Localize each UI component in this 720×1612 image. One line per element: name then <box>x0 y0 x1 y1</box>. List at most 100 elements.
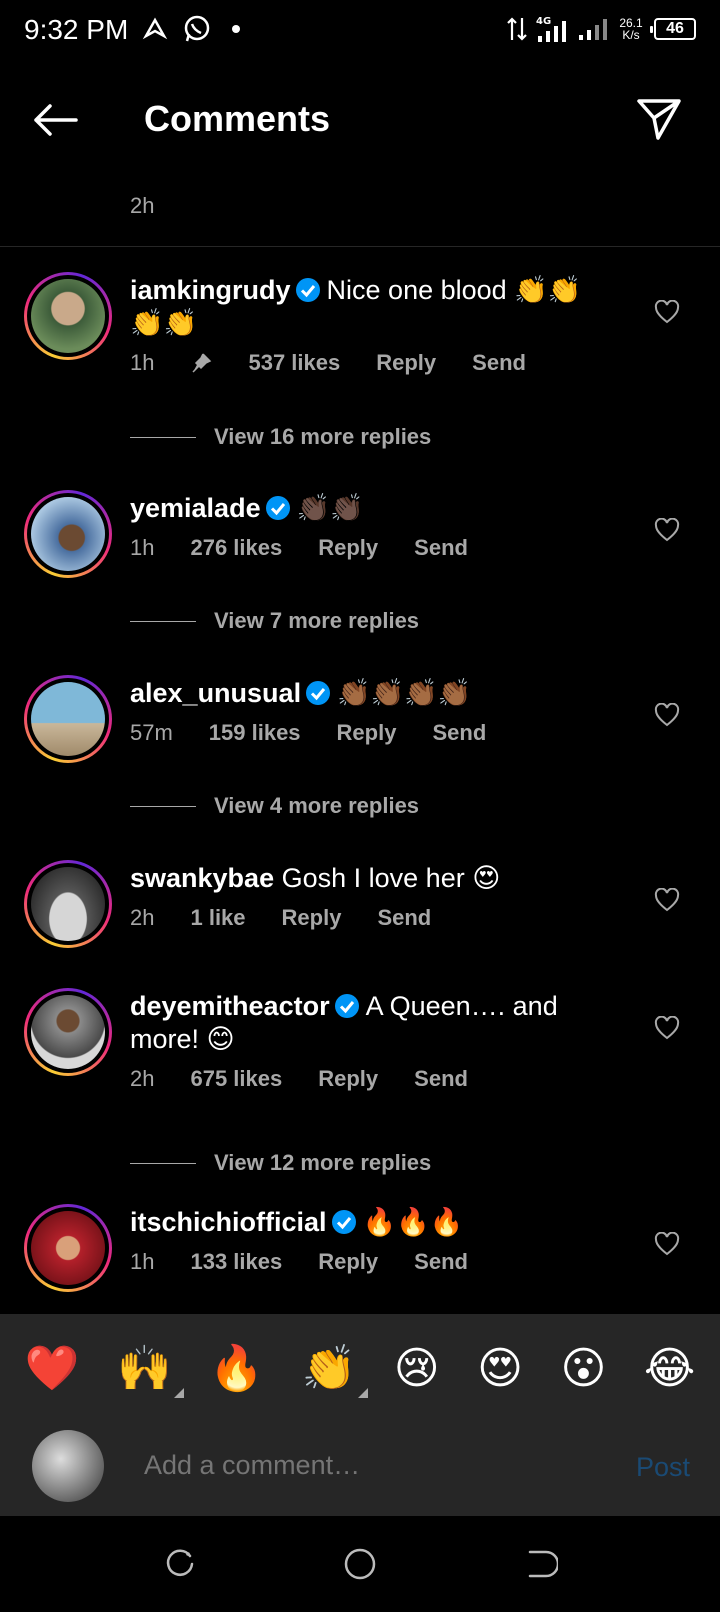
avatar[interactable] <box>24 860 112 948</box>
previous-comment-time: 2h <box>130 193 155 218</box>
verified-badge-icon <box>295 278 320 302</box>
avatar[interactable] <box>24 675 112 763</box>
send-button[interactable]: Send <box>472 350 526 376</box>
comment-time: 1h <box>130 535 155 560</box>
comment-body: 👏🏿👏🏿 <box>296 493 364 523</box>
view-replies-button[interactable]: View 7 more replies <box>130 608 419 634</box>
emoji-heart[interactable]: ❤️ <box>25 1342 80 1394</box>
comment-username[interactable]: alex_unusual <box>130 678 301 708</box>
emoji-crying[interactable]: 😢 <box>394 1343 440 1394</box>
emoji-heart-eyes[interactable]: 😍 <box>477 1343 523 1394</box>
heart-icon[interactable] <box>654 518 680 542</box>
like-count[interactable]: 159 likes <box>209 720 301 746</box>
post-button[interactable]: Post <box>636 1452 690 1483</box>
view-replies-button[interactable]: View 12 more replies <box>130 1150 431 1176</box>
recent-apps-icon[interactable] <box>162 1546 198 1582</box>
view-replies-button[interactable]: View 4 more replies <box>130 793 419 819</box>
avatar[interactable] <box>24 272 112 360</box>
comment-meta: 57m 159 likes Reply Send <box>130 720 600 746</box>
add-comment-input[interactable] <box>144 1450 584 1481</box>
comment-text: itschichiofficial 🔥🔥🔥 <box>130 1206 600 1239</box>
battery-icon: 46 <box>650 18 696 40</box>
emoji-clapping[interactable]: 👏 <box>302 1342 369 1398</box>
comment-body: 🔥🔥🔥 <box>362 1207 464 1237</box>
verified-badge-icon <box>331 1210 356 1234</box>
like-count[interactable]: 276 likes <box>190 535 282 561</box>
reply-button[interactable]: Reply <box>376 350 436 376</box>
comment-username[interactable]: iamkingrudy <box>130 275 291 305</box>
send-button[interactable]: Send <box>414 1249 468 1275</box>
replies-line <box>130 436 196 438</box>
emoji-fire[interactable]: 🔥 <box>209 1342 264 1394</box>
comment-meta: 2h 1 like Reply Send <box>130 905 600 931</box>
replies-line <box>130 620 196 622</box>
comment-text: deyemitheactor A Queen…. and more! 😊 <box>130 990 600 1056</box>
page-title: Comments <box>144 98 331 139</box>
whatsapp-icon <box>184 15 210 42</box>
divider <box>0 246 720 247</box>
heart-icon[interactable] <box>654 300 680 324</box>
share-direct-icon[interactable] <box>636 96 682 142</box>
emoji-quick-bar: ❤️ 🙌 🔥 👏 😢 😍 😮 😂 <box>0 1314 720 1422</box>
comment-text: alex_unusual 👏🏾👏🏾👏🏾👏🏾 <box>130 677 600 710</box>
battery-level: 46 <box>666 20 684 37</box>
send-button[interactable]: Send <box>432 720 486 746</box>
heart-icon[interactable] <box>654 1016 680 1040</box>
heart-icon[interactable] <box>654 888 680 912</box>
reply-button[interactable]: Reply <box>318 1249 378 1275</box>
reply-button[interactable]: Reply <box>318 1066 378 1092</box>
avatar[interactable] <box>24 1204 112 1292</box>
reply-button[interactable]: Reply <box>318 535 378 561</box>
avatar[interactable] <box>24 490 112 578</box>
verified-badge-icon <box>265 496 290 520</box>
view-replies-label[interactable]: View 12 more replies <box>214 1150 431 1176</box>
comment-time: 1h <box>130 1249 155 1274</box>
view-replies-label[interactable]: View 4 more replies <box>214 793 419 819</box>
view-replies-button[interactable]: View 16 more replies <box>130 424 431 450</box>
comment-username[interactable]: yemialade <box>130 493 261 523</box>
back-arrow-icon[interactable] <box>30 100 80 140</box>
comment-meta: 2h 675 likes Reply Send <box>130 1066 600 1092</box>
like-count[interactable]: 537 likes <box>248 350 340 376</box>
reply-button[interactable]: Reply <box>282 905 342 931</box>
comment-time: 2h <box>130 1066 155 1091</box>
svg-text:4G: 4G <box>536 16 551 27</box>
avatar[interactable] <box>24 988 112 1076</box>
like-count[interactable]: 1 like <box>190 905 245 931</box>
reply-button[interactable]: Reply <box>337 720 397 746</box>
more-notifications-dot <box>232 25 240 33</box>
comment-time: 2h <box>130 905 155 930</box>
heart-icon[interactable] <box>654 1232 680 1256</box>
like-count[interactable]: 133 likes <box>190 1249 282 1275</box>
back-nav-icon[interactable] <box>522 1546 558 1582</box>
status-right-icons: 4G 26.1 K/s 46 <box>506 14 696 44</box>
status-bar: 9:32 PM 4G 26.1 K/s 46 <box>0 0 720 66</box>
emoji-raising-hands[interactable]: 🙌 <box>117 1342 184 1398</box>
status-left-icons <box>142 14 240 44</box>
emoji-surprised[interactable]: 😮 <box>560 1343 606 1394</box>
verified-badge-icon <box>334 994 359 1018</box>
send-button[interactable]: Send <box>414 535 468 561</box>
comment-time: 57m <box>130 720 173 745</box>
comment-username[interactable]: itschichiofficial <box>130 1207 327 1237</box>
comment-time: 1h <box>130 350 155 375</box>
home-icon[interactable] <box>342 1546 378 1582</box>
send-button[interactable]: Send <box>414 1066 468 1092</box>
send-button[interactable]: Send <box>377 905 431 931</box>
verified-badge-icon <box>306 681 331 705</box>
comment-meta: 1h 133 likes Reply Send <box>130 1249 600 1275</box>
comment-text: iamkingrudy Nice one blood 👏👏👏👏 <box>130 274 600 340</box>
view-replies-label[interactable]: View 16 more replies <box>214 424 431 450</box>
comment-username[interactable]: deyemitheactor <box>130 991 330 1021</box>
comment-meta: 1h 276 likes Reply Send <box>130 535 600 561</box>
signal-secondary-icon <box>579 19 607 40</box>
replies-line <box>130 805 196 807</box>
comment-text: swankybae Gosh I love her 😍 <box>130 862 600 895</box>
view-replies-label[interactable]: View 7 more replies <box>214 608 419 634</box>
heart-icon[interactable] <box>654 703 680 727</box>
data-transfer-icon <box>507 17 527 41</box>
network-speed: 26.1 K/s <box>616 17 646 41</box>
like-count[interactable]: 675 likes <box>190 1066 282 1092</box>
emoji-laughing[interactable]: 😂 <box>644 1343 695 1394</box>
comment-username[interactable]: swankybae <box>130 863 274 893</box>
